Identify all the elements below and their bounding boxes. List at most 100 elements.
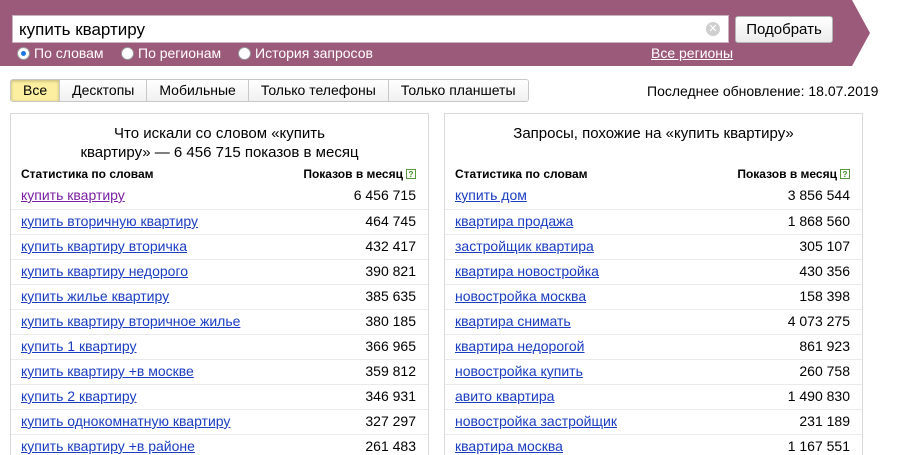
query-count: 1 167 551 (787, 438, 850, 454)
radio-selected-icon (17, 46, 30, 60)
query-count: 366 965 (365, 338, 416, 354)
submit-button[interactable]: Подобрать (735, 16, 833, 43)
query-link[interactable]: купить однокомнатную квартиру (21, 413, 230, 429)
all-regions-link[interactable]: Все регионы (651, 45, 733, 61)
tab-all[interactable]: Все (11, 80, 61, 101)
query-link[interactable]: квартира недорогой (455, 338, 585, 354)
query-count: 464 745 (365, 213, 416, 229)
query-count: 305 107 (799, 238, 850, 254)
query-count: 1 490 830 (787, 388, 850, 404)
panel-title-line2: квартиру» — 6 456 715 показов в месяц (80, 144, 359, 161)
tab-tablets-only[interactable]: Только планшеты (388, 80, 528, 101)
query-link[interactable]: купить квартиру вторичка (21, 238, 187, 254)
query-count: 346 931 (365, 388, 416, 404)
query-link[interactable]: застройщик квартира (455, 238, 594, 254)
query-count: 1 868 560 (787, 213, 850, 229)
table-row: квартира продажа 1 868 560 (445, 209, 862, 234)
similar-queries-panel: Запросы, похожие на «купить квартиру» Ст… (444, 113, 863, 455)
query-count: 231 189 (799, 413, 850, 429)
query-link[interactable]: авито квартира (455, 388, 554, 404)
panel-title-line1: Запросы, похожие на «купить квартиру» (513, 125, 794, 142)
query-count: 861 923 (799, 338, 850, 354)
query-link[interactable]: квартира продажа (455, 213, 573, 229)
query-link[interactable]: купить квартиру вторичное жилье (21, 313, 240, 329)
query-count: 327 297 (365, 413, 416, 429)
query-link[interactable]: купить жилье квартиру (21, 288, 169, 304)
help-icon[interactable]: ? (406, 169, 416, 179)
query-link[interactable]: купить дом (455, 187, 527, 203)
query-count: 3 856 544 (787, 187, 850, 203)
help-icon[interactable]: ? (840, 169, 850, 179)
panel-title-line1: Что искали со словом «купить (114, 125, 325, 142)
mode-by-words[interactable]: По словам (17, 45, 104, 61)
tab-mobile[interactable]: Мобильные (147, 80, 249, 101)
table-row: купить квартиру недорого 390 821 (11, 259, 428, 284)
query-count: 158 398 (799, 288, 850, 304)
query-link[interactable]: купить 2 квартиру (21, 388, 137, 404)
table-row: купить квартиру вторичное жилье 380 185 (11, 309, 428, 334)
query-count: 6 456 715 (353, 187, 416, 203)
query-link[interactable]: квартира снимать (455, 313, 571, 329)
radio-icon (238, 46, 251, 60)
table-row: квартира снимать 4 073 275 (445, 309, 862, 334)
table-row: застройщик квартира 305 107 (445, 234, 862, 259)
query-count: 260 758 (799, 363, 850, 379)
mode-history[interactable]: История запросов (238, 45, 373, 61)
query-link[interactable]: купить квартиру (21, 187, 125, 203)
table-row: купить 2 квартиру 346 931 (11, 384, 428, 409)
table-row: новостройка москва 158 398 (445, 284, 862, 309)
mode-label: История запросов (255, 45, 373, 61)
table-row: квартира новостройка 430 356 (445, 259, 862, 284)
query-count: 261 483 (365, 438, 416, 454)
query-link[interactable]: квартира новостройка (455, 263, 599, 279)
query-count: 430 356 (799, 263, 850, 279)
table-row: новостройка застройщик 231 189 (445, 409, 862, 434)
radio-icon (121, 46, 134, 60)
table-row: купить однокомнатную квартиру 327 297 (11, 409, 428, 434)
query-link[interactable]: купить квартиру +в районе (21, 438, 195, 454)
search-query-text: купить квартиру (19, 20, 146, 39)
query-link[interactable]: новостройка москва (455, 288, 586, 304)
query-link[interactable]: купить квартиру недорого (21, 263, 188, 279)
table-row: квартира недорогой 861 923 (445, 334, 862, 359)
query-link[interactable]: новостройка купить (455, 363, 583, 379)
clear-icon[interactable]: ✕ (706, 22, 720, 36)
last-update-text: Последнее обновление: 18.07.2019 (647, 83, 879, 99)
table-row: купить квартиру +в москве 359 812 (11, 359, 428, 384)
device-tabs: Все Десктопы Мобильные Только телефоны Т… (10, 79, 529, 102)
table-row: новостройка купить 260 758 (445, 359, 862, 384)
query-list: купить квартиру 6 456 715 купить вторичну… (11, 184, 428, 455)
query-count: 385 635 (365, 288, 416, 304)
column-header-shows-label: Показов в месяц (737, 167, 837, 181)
tab-phones-only[interactable]: Только телефоны (248, 80, 389, 101)
query-link[interactable]: купить вторичную квартиру (21, 213, 198, 229)
column-header-shows: Показов в месяц ? (303, 167, 416, 181)
panel-title: Запросы, похожие на «купить квартиру» (445, 124, 862, 143)
query-link[interactable]: купить квартиру +в москве (21, 363, 194, 379)
table-row: купить квартиру 6 456 715 (11, 184, 428, 209)
query-link[interactable]: новостройка застройщик (455, 413, 617, 429)
mode-label: По регионам (138, 45, 222, 61)
table-row: купить квартиру вторичка 432 417 (11, 234, 428, 259)
query-list: купить дом 3 856 544 квартира продажа 1 86… (445, 184, 862, 455)
query-link[interactable]: квартира москва (455, 438, 563, 454)
mode-label: По словам (34, 45, 104, 61)
mode-by-regions[interactable]: По регионам (121, 45, 221, 61)
column-header-words: Статистика по словам (21, 167, 154, 181)
query-count: 390 821 (365, 263, 416, 279)
query-link[interactable]: купить 1 квартиру (21, 338, 137, 354)
tab-desktops[interactable]: Десктопы (60, 80, 148, 101)
search-panel: купить квартиру ✕ Подобрать По словам По… (0, 0, 870, 66)
panel-title: Что искали со словом «купить квартиру» —… (11, 124, 428, 162)
search-input[interactable]: купить квартиру ✕ (12, 15, 729, 43)
table-row: купить 1 квартиру 366 965 (11, 334, 428, 359)
column-header-words: Статистика по словам (455, 167, 588, 181)
words-stats-panel: Что искали со словом «купить квартиру» —… (10, 113, 429, 455)
table-row: авито квартира 1 490 830 (445, 384, 862, 409)
query-count: 359 812 (365, 363, 416, 379)
table-row: купить дом 3 856 544 (445, 184, 862, 209)
table-row: купить жилье квартиру 385 635 (11, 284, 428, 309)
column-header-shows: Показов в месяц ? (737, 167, 850, 181)
query-count: 432 417 (365, 238, 416, 254)
query-count: 4 073 275 (787, 313, 850, 329)
